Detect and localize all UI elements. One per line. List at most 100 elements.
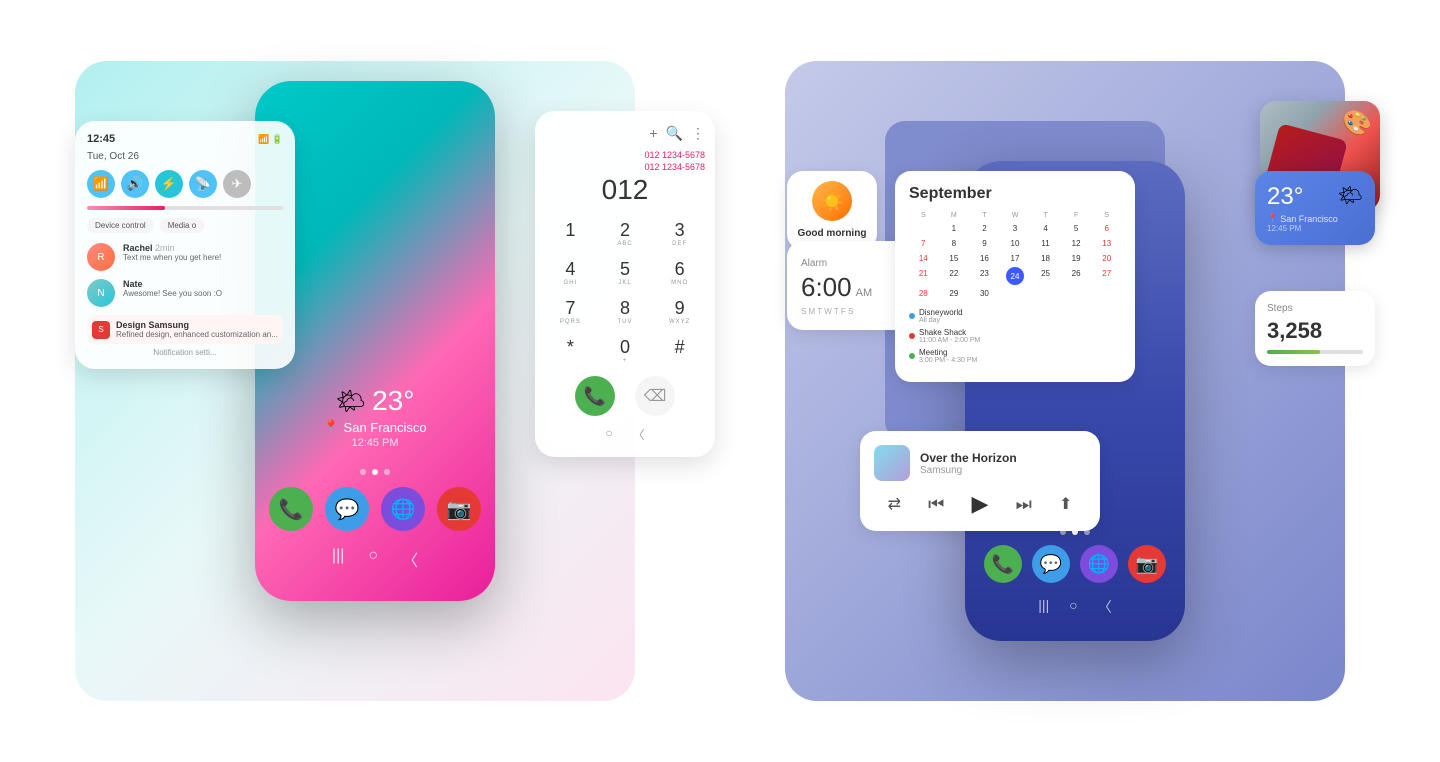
cal-cell[interactable]: 7 [909, 237, 938, 250]
call-button[interactable]: 📞 [575, 376, 615, 416]
more-icon[interactable]: ⋮ [691, 125, 705, 142]
widget-goodmorning: ☀️ Good morning [787, 171, 877, 250]
cal-cell[interactable]: 20 [1092, 252, 1121, 265]
dot [384, 469, 390, 475]
shuffle-button[interactable]: ⇄ [888, 494, 901, 514]
music-artist: Samsung [920, 465, 1017, 476]
dialer-key-hash[interactable]: # [654, 333, 705, 368]
dialer-key-5[interactable]: 5 JKL [600, 255, 651, 290]
cal-cell[interactable]: 19 [1062, 252, 1091, 265]
nav-back-r[interactable]: 〈 [1098, 597, 1112, 617]
notif-time: 12:45 [87, 133, 115, 145]
dialer-key-7[interactable]: 7 PQRS [545, 294, 596, 329]
cal-cell[interactable]: 10 [1001, 237, 1030, 250]
phone-icon[interactable]: 📞 [269, 487, 313, 531]
device-btns: Device control Media o [87, 218, 283, 233]
cal-cell[interactable]: 27 [1092, 267, 1121, 285]
bt-toggle[interactable]: ⚡ [155, 170, 183, 198]
weather-icon: 🌤 [336, 387, 366, 416]
steps-fill [1267, 350, 1320, 354]
cal-cell[interactable]: 13 [1092, 237, 1121, 250]
dialer-key-2[interactable]: 2 ABC [600, 216, 651, 251]
music-art [874, 445, 910, 481]
dialer-grid: 1 2 ABC 3 DEF 4 GHI 5 JKL [545, 216, 705, 368]
dialer-display: 012 [545, 174, 705, 206]
music-title: Over the Horizon [920, 451, 1017, 465]
search-icon[interactable]: 🔍 [666, 125, 683, 142]
sound-toggle[interactable]: 🔊 [121, 170, 149, 198]
cal-cell[interactable]: 18 [1031, 252, 1060, 265]
notif-settings[interactable]: Notification setti... [87, 348, 283, 357]
nav-back[interactable]: 〈 [402, 547, 418, 571]
notif-content-rachel: Rachel 2min Text me when you get here! [123, 243, 283, 262]
cal-cell-today[interactable]: 24 [1006, 267, 1024, 285]
media-btn[interactable]: Media o [160, 218, 204, 233]
cal-cell[interactable]: 8 [940, 237, 969, 250]
play-button[interactable]: ▶ [972, 491, 989, 517]
cal-events: Disneyworld All day Shake Shack 11:00 AM… [909, 308, 1121, 364]
cal-cell[interactable]: 4 [1031, 222, 1060, 235]
next-button[interactable]: ⏭ [1016, 494, 1032, 515]
camera-icon-r[interactable]: 📷 [1128, 545, 1166, 583]
wifi-toggle[interactable]: 📶 [87, 170, 115, 198]
cal-cell[interactable]: 3 [1001, 222, 1030, 235]
weather-icon-right: 🌤 [1338, 183, 1363, 208]
dialer-nav: ○ 〈 [545, 426, 705, 443]
dialer-nav-home[interactable]: ○ [605, 426, 612, 443]
cal-cell[interactable]: 21 [909, 267, 938, 285]
cal-event-shakeshack: Shake Shack 11:00 AM - 2:00 PM [909, 328, 1121, 344]
dialer-key-6[interactable]: 6 MNO [654, 255, 705, 290]
cal-cell[interactable]: 9 [970, 237, 999, 250]
cal-header: T [1031, 211, 1060, 220]
cal-cell[interactable]: 14 [909, 252, 938, 265]
prev-button[interactable]: ⏮ [928, 494, 944, 515]
dialer-key-1[interactable]: 1 [545, 216, 596, 251]
cal-cell[interactable]: 2 [970, 222, 999, 235]
cal-cell[interactable]: 25 [1031, 267, 1060, 285]
add-icon[interactable]: + [649, 125, 657, 142]
cal-cell[interactable]: 30 [970, 287, 999, 300]
widget-music: Over the Horizon Samsung ⇄ ⏮ ▶ ⏭ ⬆ [860, 431, 1100, 531]
nav-recents[interactable]: ||| [332, 547, 344, 571]
cal-cell[interactable]: 6 [1092, 222, 1121, 235]
cal-cell[interactable]: 22 [940, 267, 969, 285]
cal-header: S [1092, 211, 1121, 220]
cal-cell[interactable]: 1 [940, 222, 969, 235]
dialer-key-star[interactable]: * [545, 333, 596, 368]
dialer-key-0[interactable]: 0 + [600, 333, 651, 368]
cal-cell[interactable]: 17 [1001, 252, 1030, 265]
airplane-toggle[interactable]: ✈ [223, 170, 251, 198]
cal-header: T [970, 211, 999, 220]
internet-icon[interactable]: 🌐 [381, 487, 425, 531]
delete-button[interactable]: ⌫ [635, 376, 675, 416]
messages-icon-r[interactable]: 💬 [1032, 545, 1070, 583]
cal-cell[interactable]: 28 [909, 287, 938, 300]
phone-city: 📍 San Francisco [323, 419, 426, 435]
cal-cell[interactable]: 23 [970, 267, 999, 285]
cal-cell[interactable]: 12 [1062, 237, 1091, 250]
dialer-key-9[interactable]: 9 WXYZ [654, 294, 705, 329]
dialer-key-8[interactable]: 8 TUV [600, 294, 651, 329]
device-control-btn[interactable]: Device control [87, 218, 154, 233]
cal-cell[interactable] [909, 222, 938, 235]
dialer-nav-back[interactable]: 〈 [633, 426, 645, 443]
steps-bar [1267, 350, 1363, 354]
cal-cell[interactable]: 5 [1062, 222, 1091, 235]
cal-cell[interactable]: 16 [970, 252, 999, 265]
cal-cell[interactable]: 15 [940, 252, 969, 265]
cal-cell[interactable]: 26 [1062, 267, 1091, 285]
messages-icon[interactable]: 💬 [325, 487, 369, 531]
phone-icon-r[interactable]: 📞 [984, 545, 1022, 583]
cast-button[interactable]: ⬆ [1059, 494, 1072, 514]
widget-steps: Steps 3,258 [1255, 291, 1375, 366]
cal-cell[interactable]: 29 [940, 287, 969, 300]
nav-home-r[interactable]: ○ [1069, 597, 1077, 617]
dialer-key-4[interactable]: 4 GHI [545, 255, 596, 290]
camera-icon[interactable]: 📷 [437, 487, 481, 531]
nav-home[interactable]: ○ [368, 547, 378, 571]
dialer-key-3[interactable]: 3 DEF [654, 216, 705, 251]
nav-recents-r[interactable]: ||| [1038, 597, 1049, 617]
internet-icon-r[interactable]: 🌐 [1080, 545, 1118, 583]
mobile-toggle[interactable]: 📡 [189, 170, 217, 198]
cal-cell[interactable]: 11 [1031, 237, 1060, 250]
